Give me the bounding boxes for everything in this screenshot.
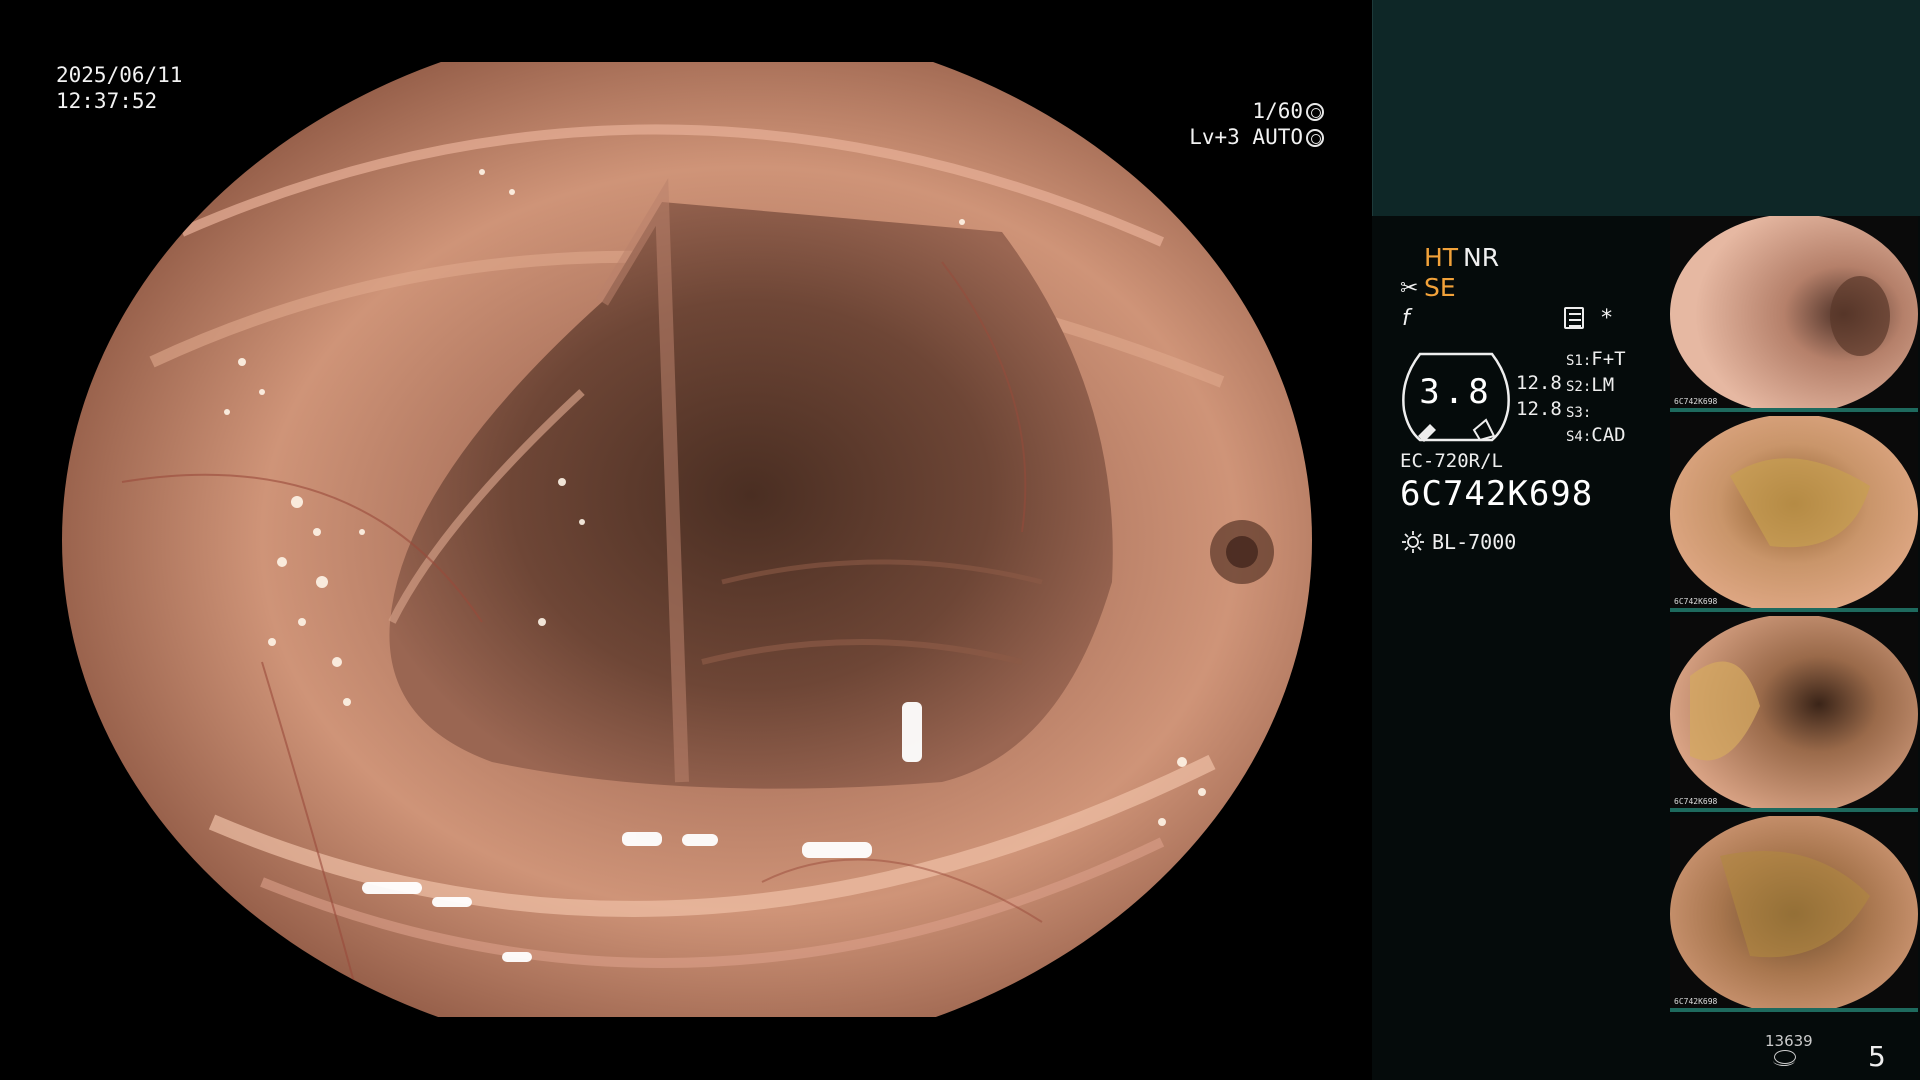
disk-icon	[1773, 1050, 1796, 1066]
time-text: 12:37:52	[56, 89, 158, 113]
s3-row: S3:	[1566, 405, 1592, 421]
light-source-text: BL-7000	[1432, 530, 1517, 554]
datetime-overlay: 2025/06/11 12:37:52	[56, 62, 182, 114]
thumbnail-1[interactable]: 6C742K698	[1670, 216, 1918, 412]
status-icons: *	[1564, 306, 1613, 331]
scope-serial: 6C742K698	[1400, 474, 1594, 514]
endoscope-main-view: 2025/06/11 12:37:52 1/60 Lv+3 AUTO	[0, 0, 1372, 1080]
thumbnail-strip: 6C742K698 6C742K698 6C742K698 6C742K698	[1670, 216, 1920, 1016]
thumbnail-4[interactable]: 6C742K698	[1670, 816, 1918, 1012]
s2-row: S2:LM	[1566, 374, 1615, 396]
s4-row: S4:CAD	[1566, 424, 1626, 446]
scope-model: EC-720R/L	[1400, 450, 1503, 472]
value-b: 12.8	[1516, 398, 1562, 420]
exposure-mode-text: AUTO	[1252, 125, 1303, 149]
exposure-overlay: 1/60 Lv+3 AUTO	[1189, 98, 1324, 150]
asterisk-icon: *	[1600, 306, 1614, 331]
level-text: Lv+3	[1189, 125, 1240, 149]
sun-icon	[1402, 531, 1424, 553]
shutter-icon	[1306, 103, 1324, 121]
endoscopic-image	[62, 62, 1312, 1017]
mode-se-label: SE	[1424, 273, 1456, 302]
gauge-value: 3.8	[1419, 372, 1493, 412]
memo-icon	[1564, 307, 1584, 329]
value-a: 12.8	[1516, 372, 1562, 394]
thumbnail-label: 6C742K698	[1674, 597, 1718, 606]
light-source-row: BL-7000	[1402, 530, 1516, 554]
mode-ht-label: HT	[1424, 243, 1459, 272]
shutter-text: 1/60	[1252, 99, 1303, 123]
thumbnail-label: 6C742K698	[1674, 797, 1718, 806]
image-count: 13639	[1765, 1032, 1813, 1050]
side-panel-header	[1372, 0, 1920, 216]
date-text: 2025/06/11	[56, 63, 183, 87]
thumbnail-label: 6C742K698	[1674, 997, 1718, 1006]
thumbnail-3[interactable]: 6C742K698	[1670, 616, 1918, 812]
s1-row: S1:F+T	[1566, 348, 1626, 370]
auto-exposure-icon	[1306, 129, 1324, 147]
page-number: 5	[1868, 1040, 1886, 1073]
thumbnail-label: 6C742K698	[1674, 397, 1718, 406]
mode-nr-label: NR	[1463, 243, 1500, 272]
f-icon: f	[1402, 306, 1410, 331]
scissors-icon: ✂	[1400, 276, 1419, 301]
thumbnail-2[interactable]: 6C742K698	[1670, 416, 1918, 612]
